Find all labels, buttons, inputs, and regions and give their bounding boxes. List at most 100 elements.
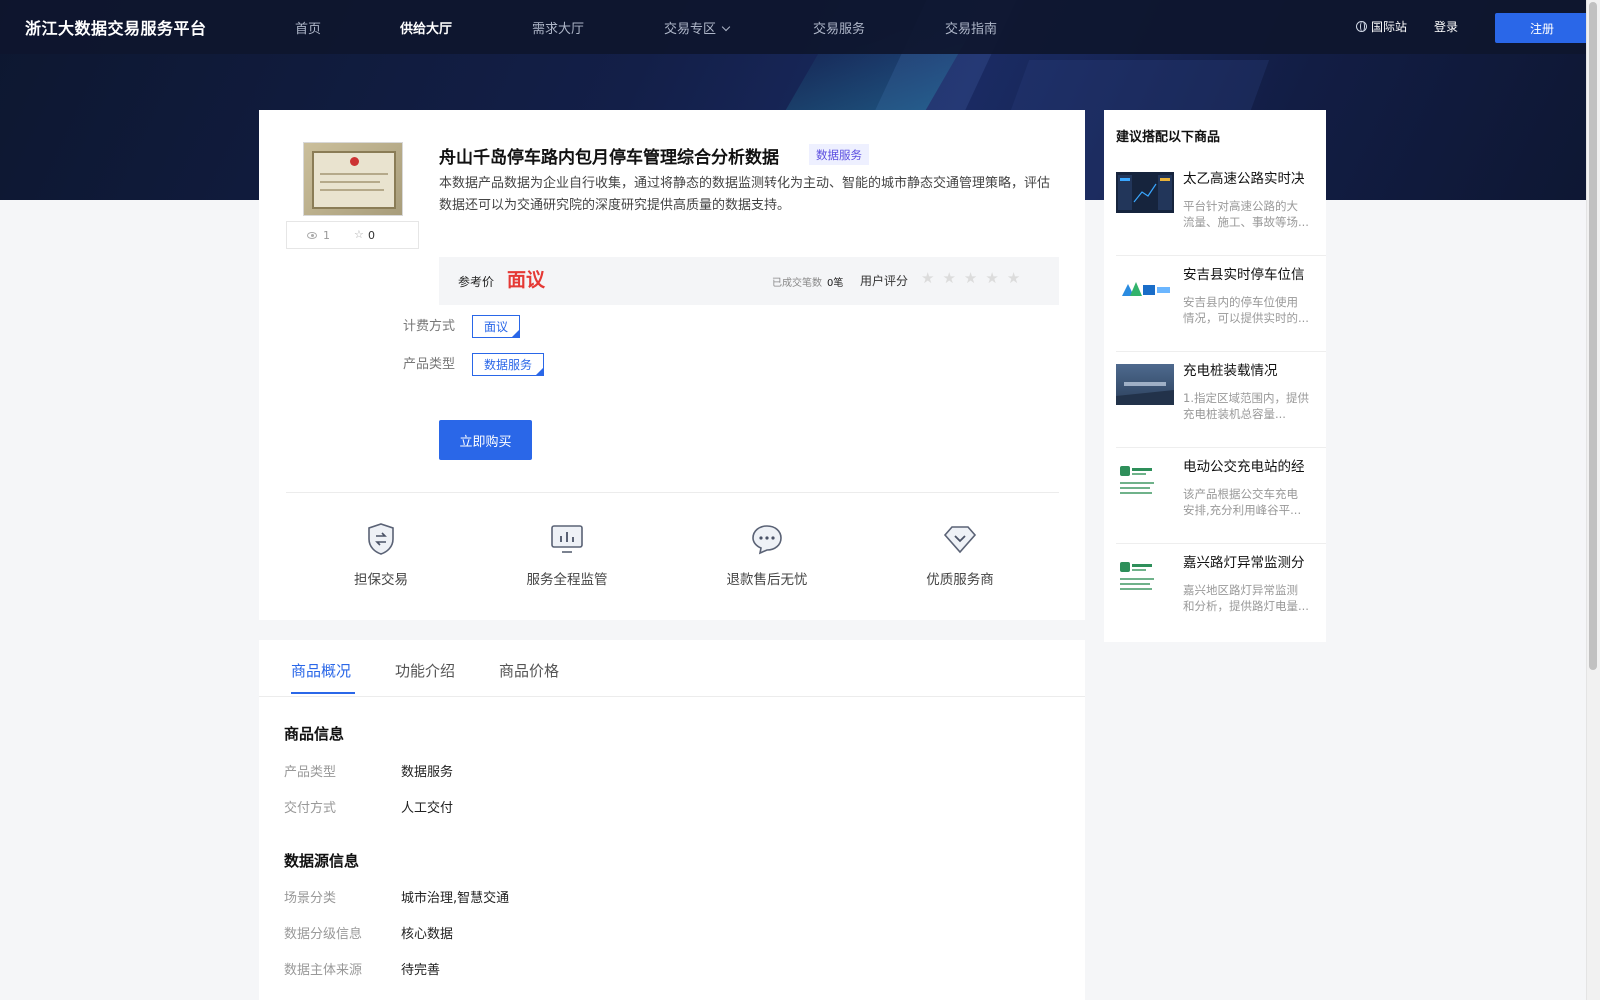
recommendation-thumbnail [1116,268,1174,309]
recommendation-title: 充电桩装载情况 [1183,363,1278,379]
tab-overview[interactable]: 商品概况 [291,660,351,681]
recommendation-item[interactable]: 充电桩装载情况 1.指定区域范围内，提供充电桩装机总容量... [1116,352,1326,448]
recommendation-title: 安吉县实时停车位信 [1183,267,1305,283]
view-count: 1 [323,229,330,242]
section-heading-source-info: 数据源信息 [284,852,360,870]
feature-label: 服务全程监管 [526,572,608,588]
certificate-line [320,189,384,191]
certificate-line [320,181,380,183]
product-description: 本数据产品数据为企业自行收集，通过将静态的数据监测转化为主动、智能的城市静态交通… [439,176,1051,213]
star-icon: ★ [942,269,956,287]
recommendation-title: 嘉兴路灯异常监测分 [1183,555,1305,571]
feature-supervision: 服务全程监管 [507,522,627,588]
tab-pricing[interactable]: 商品价格 [499,660,559,681]
product-thumbnail[interactable] [303,142,403,216]
feature-label: 退款售后无忧 [726,572,808,588]
info-key: 场景分类 [284,891,337,906]
info-key: 产品类型 [284,765,337,780]
feature-guarantee: 担保交易 [321,522,441,588]
active-tab-indicator [291,692,355,694]
star-icon: ★ [1006,269,1021,287]
deals-value: 0笔 [827,278,844,289]
recommendation-desc: 该产品根据公交车充电安排,充分利用峰谷平... [1183,487,1302,517]
recommendation-thumbnail [1116,364,1174,405]
nav-item-trade-zone[interactable]: 交易专区 [664,18,731,37]
product-stats: 1 ☆ 0 [286,221,419,249]
recommendation-title: 电动公交充电站的经 [1183,459,1305,475]
recommendation-title: 太乙高速公路实时决 [1183,171,1305,187]
star-outline-icon[interactable]: ☆ [354,228,364,241]
international-site-link[interactable]: 国际站 [1356,18,1407,35]
sidebar-heading: 建议搭配以下商品 [1116,130,1221,145]
product-tag: 数据服务 [809,144,869,165]
nav-item-demand[interactable]: 需求大厅 [532,18,584,37]
recommendation-item[interactable]: 电动公交充电站的经 该产品根据公交车充电安排,充分利用峰谷平... [1116,448,1326,544]
product-title: 舟山千岛停车路内包月停车管理综合分析数据 [439,148,779,168]
tabs-divider [259,696,1085,697]
feature-quality-provider: 优质服务商 [900,522,1020,588]
nav-item-trade-service[interactable]: 交易服务 [813,18,865,37]
type-option[interactable]: 数据服务 [472,353,545,376]
recommendation-desc: 平台针对高速公路的大流量、施工、事故等场... [1183,199,1309,229]
star-icon: ★ [985,269,999,287]
diamond-badge-icon [943,522,977,556]
recommendation-sidebar: 建议搭配以下商品 太乙高速公路实时决 平台针对高速公路的大流量、施工、事故等场.… [1104,110,1326,642]
monitor-chart-icon [550,522,584,556]
info-value: 核心数据 [401,927,454,942]
feature-refund: 退款售后无忧 [707,522,827,588]
login-link[interactable]: 登录 [1434,18,1458,35]
tab-features[interactable]: 功能介绍 [395,660,455,681]
recommendation-item[interactable]: 安吉县实时停车位信 安吉县内的停车位使用情况，可以提供实时的... [1116,256,1326,352]
recommendation-desc: 安吉县内的停车位使用情况，可以提供实时的... [1183,295,1309,325]
feature-label: 担保交易 [354,572,408,588]
star-icon: ★ [921,269,935,287]
billing-option[interactable]: 面议 [472,315,521,338]
billing-label: 计费方式 [403,319,456,334]
intl-label: 国际站 [1371,20,1408,34]
deals-label: 已成交笔数 [772,278,822,289]
price-value: 面议 [507,269,546,291]
recommendation-thumbnail [1116,556,1174,597]
info-key: 数据主体来源 [284,963,363,978]
register-button[interactable]: 注册 [1495,13,1589,43]
scrollbar-thumb[interactable] [1589,2,1597,670]
feature-label: 优质服务商 [926,572,994,588]
info-key: 数据分级信息 [284,927,363,942]
seal-mark [350,157,359,166]
type-label: 产品类型 [403,357,456,372]
divider [286,492,1059,493]
top-navbar: 浙江大数据交易服务平台 首页 供给大厅 需求大厅 交易专区 交易服务 交易指南 … [0,0,1589,54]
certificate-line [320,173,388,175]
chat-bubble-icon [750,522,784,556]
rating-label: 用户评分 [860,274,909,288]
info-value: 人工交付 [401,801,454,816]
chevron-down-icon [721,22,731,32]
globe-icon [1356,21,1367,32]
info-key: 交付方式 [284,801,337,816]
recommendation-item[interactable]: 太乙高速公路实时决 平台针对高速公路的大流量、施工、事故等场... [1116,160,1326,256]
shield-exchange-icon [364,522,398,556]
buy-now-button[interactable]: 立即购买 [439,420,532,460]
nav-item-home[interactable]: 首页 [295,18,321,37]
section-heading-goods-info: 商品信息 [284,725,345,743]
product-card: 1 ☆ 0 舟山千岛停车路内包月停车管理综合分析数据 数据服务 本数据产品数据为… [259,110,1085,620]
recommendation-desc: 1.指定区域范围内，提供充电桩装机总容量... [1183,391,1309,421]
price-label: 参考价 [458,275,495,289]
price-bar: 参考价 面议 已成交笔数 0笔 用户评分 ★ ★ ★ ★ ★ [439,257,1059,305]
nav-item-supply[interactable]: 供给大厅 [400,18,452,37]
nav-item-label: 交易专区 [664,22,717,37]
recommendation-thumbnail [1116,460,1174,501]
recommendation-desc: 嘉兴地区路灯异常监测和分析，提供路灯电量... [1183,583,1309,613]
detail-tabs-panel: 商品概况 功能介绍 商品价格 商品信息 产品类型 数据服务 交付方式 人工交付 … [259,640,1085,1000]
recommendation-thumbnail [1116,172,1174,213]
star-icon: ★ [963,269,978,287]
eye-icon [307,232,317,239]
favorite-count: 0 [368,229,375,242]
recommendation-item[interactable]: 嘉兴路灯异常监测分 嘉兴地区路灯异常监测和分析，提供路灯电量... [1116,544,1326,640]
site-logo[interactable]: 浙江大数据交易服务平台 [25,15,207,39]
info-value: 数据服务 [401,765,454,780]
rating-stars: ★ ★ ★ ★ ★ [921,269,1020,287]
info-value: 城市治理,智慧交通 [401,891,510,906]
info-value: 待完善 [401,963,441,978]
nav-item-trade-guide[interactable]: 交易指南 [945,18,997,37]
